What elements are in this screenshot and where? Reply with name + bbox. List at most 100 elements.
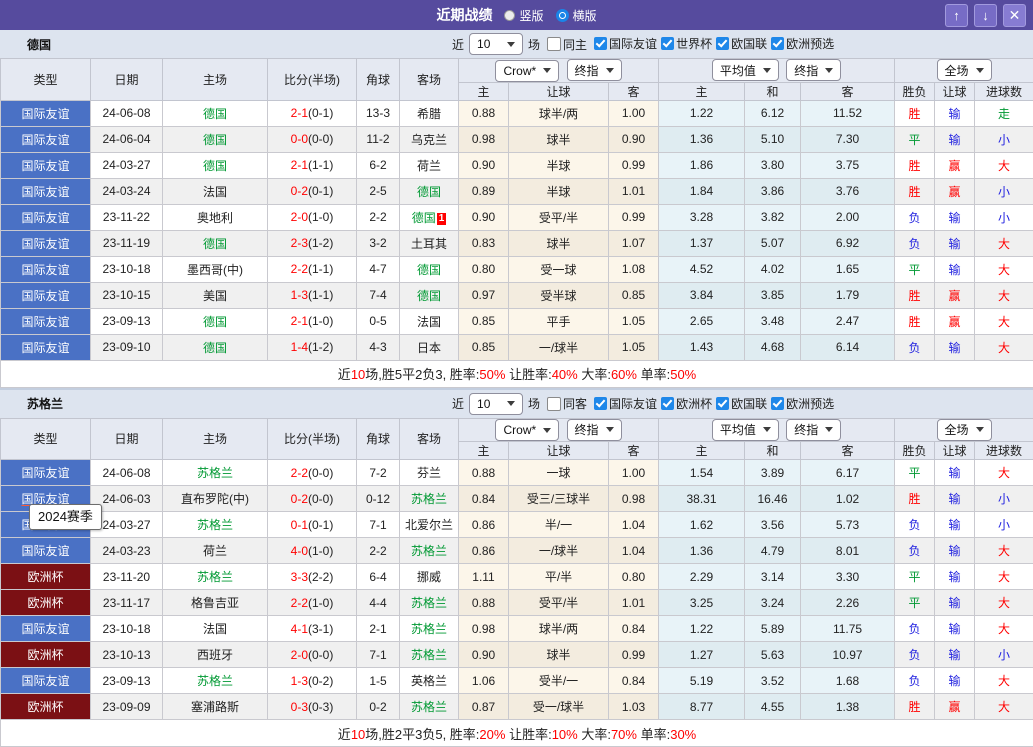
col-header-odds-away: 客 [609,82,659,100]
away-team-cell[interactable]: 土耳其 [400,230,459,256]
home-team-cell[interactable]: 西班牙 [163,642,268,668]
home-team-cell[interactable]: 塞浦路斯 [163,694,268,720]
away-team-cell[interactable]: 德国1 [400,204,459,230]
competition-checkbox[interactable]: 欧国联 [716,395,767,412]
away-team-cell[interactable]: 芬兰 [400,460,459,486]
away-team-cell[interactable]: 日本 [400,334,459,360]
away-team-cell[interactable]: 苏格兰 [400,694,459,720]
home-team-cell[interactable]: 格鲁吉亚 [163,590,268,616]
scope-select[interactable]: 全场 [937,59,992,81]
away-team-cell[interactable]: 苏格兰 [400,642,459,668]
home-team-cell[interactable]: 奥地利 [163,204,268,230]
away-team-cell[interactable]: 英格兰 [400,668,459,694]
scope-select[interactable]: 全场 [937,419,992,441]
home-team-cell[interactable]: 德国 [163,100,268,126]
competition-cell[interactable]: 国际友谊 [1,256,91,282]
corners-cell: 2-1 [357,616,400,642]
avg-source-select[interactable]: 平均值 [712,59,779,81]
home-team-cell[interactable]: 德国 [163,230,268,256]
competition-checkbox[interactable]: 欧洲预选 [771,35,834,52]
competition-checkbox[interactable]: 欧洲预选 [771,395,834,412]
competition-cell[interactable]: 国际友谊 [1,308,91,334]
home-team-cell[interactable]: 苏格兰 [163,668,268,694]
handicap-cell: 受一球 [509,256,609,282]
close-button[interactable]: ✕ [1003,4,1026,27]
away-team-cell[interactable]: 法国 [400,308,459,334]
avg-final-select[interactable]: 终指 [786,59,841,81]
away-team-cell[interactable]: 苏格兰 [400,486,459,512]
away-team-cell[interactable]: 北爱尔兰 [400,512,459,538]
match-row: 国际友谊23-09-10德国1-4(1-2)4-3日本0.85一/球半1.051… [1,334,1033,360]
competition-checkbox[interactable]: 欧洲杯 [661,395,712,412]
home-team-cell[interactable]: 法国 [163,616,268,642]
away-team-cell[interactable]: 希腊 [400,100,459,126]
competition-cell[interactable]: 国际友谊 [1,538,91,564]
away-team-cell[interactable]: 苏格兰 [400,590,459,616]
home-team-cell[interactable]: 直布罗陀(中) [163,486,268,512]
home-team-cell[interactable]: 德国 [163,152,268,178]
checkbox-checked-icon [771,37,784,50]
home-team-cell[interactable]: 墨西哥(中) [163,256,268,282]
home-team-cell[interactable]: 德国 [163,308,268,334]
competition-cell[interactable]: 欧洲杯 [1,564,91,590]
home-team-cell[interactable]: 苏格兰 [163,512,268,538]
competition-checkbox[interactable]: 国际友谊 [594,395,657,412]
competition-cell[interactable]: 国际友谊 [1,152,91,178]
move-up-button[interactable]: ↑ [945,4,968,27]
corners-cell: 0-2 [357,694,400,720]
odds-source-select[interactable]: Crow* [495,419,559,441]
competition-cell[interactable]: 欧洲杯 [1,694,91,720]
same-venue-checkbox[interactable]: 同客 [547,395,587,412]
odds-final-select[interactable]: 终指 [567,59,622,81]
competition-checkbox[interactable]: 国际友谊 [594,35,657,52]
away-odds-cell: 0.99 [609,642,659,668]
match-count-select[interactable]: 10 [469,33,523,55]
col-header-type: 类型 [1,59,91,101]
home-team-cell[interactable]: 荷兰 [163,538,268,564]
layout-radio-horizontal[interactable]: 横版 [556,7,597,24]
away-team-cell[interactable]: 苏格兰 [400,616,459,642]
home-team-cell[interactable]: 德国 [163,334,268,360]
away-team-cell[interactable]: 挪威 [400,564,459,590]
date-cell: 24-03-27 [91,152,163,178]
same-venue-checkbox[interactable]: 同主 [547,36,587,53]
result-handicap-cell: 赢 [935,694,975,720]
away-team-cell[interactable]: 德国 [400,282,459,308]
competition-cell[interactable]: 国际友谊 [1,460,91,486]
competition-cell[interactable]: 国际友谊 [1,100,91,126]
near-label: 近 [452,36,464,53]
competition-cell[interactable]: 国际友谊 [1,204,91,230]
result-goals-cell: 大 [975,616,1033,642]
home-team-cell[interactable]: 苏格兰 [163,564,268,590]
home-team-cell[interactable]: 苏格兰 [163,460,268,486]
competition-checkbox[interactable]: 世界杯 [661,35,712,52]
avg-source-select[interactable]: 平均值 [712,419,779,441]
handicap-cell: 受三/三球半 [509,486,609,512]
chevron-down-icon [825,68,833,73]
competition-cell[interactable]: 国际友谊 [1,616,91,642]
home-team-cell[interactable]: 德国 [163,126,268,152]
competition-cell[interactable]: 国际友谊 [1,668,91,694]
competition-cell[interactable]: 欧洲杯 [1,642,91,668]
competition-cell[interactable]: 国际友谊 [1,126,91,152]
layout-radio-vertical[interactable]: 竖版 [504,7,543,24]
away-team-cell[interactable]: 苏格兰 [400,538,459,564]
avg-final-select[interactable]: 终指 [786,419,841,441]
home-team-cell[interactable]: 美国 [163,282,268,308]
away-team-cell[interactable]: 乌克兰 [400,126,459,152]
away-team-cell[interactable]: 荷兰 [400,152,459,178]
competition-cell[interactable]: 欧洲杯 [1,590,91,616]
competition-cell[interactable]: 国际友谊 [1,178,91,204]
move-down-button[interactable]: ↓ [974,4,997,27]
away-team-cell[interactable]: 德国 [400,256,459,282]
competition-cell[interactable]: 国际友谊 [1,334,91,360]
competition-cell[interactable]: 国际友谊 [1,282,91,308]
home-team-cell[interactable]: 法国 [163,178,268,204]
odds-final-select[interactable]: 终指 [567,419,622,441]
competition-cell[interactable]: 国际友谊 [1,230,91,256]
away-team-cell[interactable]: 德国 [400,178,459,204]
match-count-select[interactable]: 10 [469,393,523,415]
competition-checkbox[interactable]: 欧国联 [716,35,767,52]
result-goals-cell: 小 [975,204,1033,230]
odds-source-select[interactable]: Crow* [495,60,559,82]
